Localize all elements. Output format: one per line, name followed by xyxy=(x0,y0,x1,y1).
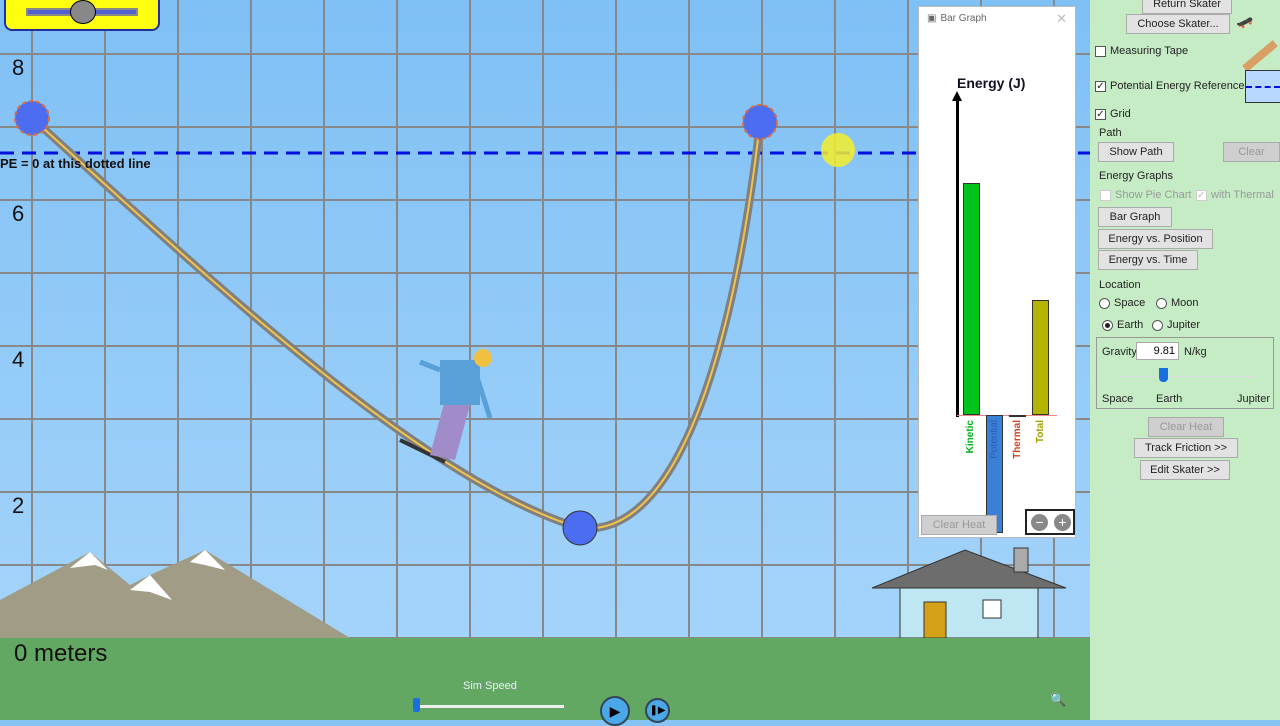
radio-label: Moon xyxy=(1171,297,1199,309)
zoom-in-button[interactable]: + xyxy=(1054,514,1071,531)
y-axis-label: 8 xyxy=(12,55,25,80)
pe-reference-checkbox[interactable]: ✓ Potential Energy Reference xyxy=(1095,80,1245,92)
radio-label: Space xyxy=(1114,297,1146,309)
bar-kinetic xyxy=(963,182,980,415)
close-icon[interactable]: ✕ xyxy=(1056,11,1067,27)
location-earth-radio[interactable]: Earth xyxy=(1102,319,1143,331)
slider-tick-jupiter: Jupiter xyxy=(1237,393,1271,405)
show-pie-chart-label: Show Pie Chart xyxy=(1115,189,1192,201)
play-area[interactable]: 8 6 4 2 PE = 0 at this dotted line 0 met… xyxy=(0,0,1090,726)
location-jupiter-radio[interactable]: Jupiter xyxy=(1152,319,1200,331)
zoom-out-button[interactable]: − xyxy=(1031,514,1048,531)
energy-vs-position-button[interactable]: Energy vs. Position xyxy=(1098,229,1213,249)
track-control-point xyxy=(742,104,778,140)
bar-baseline xyxy=(957,415,1057,416)
zoom-control[interactable]: − + xyxy=(1025,509,1075,535)
gravity-unit: N/kg xyxy=(1184,346,1207,358)
y-axis-label: 6 xyxy=(12,201,25,226)
gravity-input[interactable] xyxy=(1136,342,1179,360)
location-space-radio[interactable]: Space xyxy=(1099,297,1145,309)
gravity-slider-thumb[interactable] xyxy=(1159,368,1168,382)
energy-vs-time-button[interactable]: Energy vs. Time xyxy=(1098,250,1198,270)
pe-reference-label: PE = 0 at this dotted line xyxy=(0,156,151,171)
sim-speed-label: Sim Speed xyxy=(463,680,517,692)
choose-skater-button[interactable]: Choose Skater... xyxy=(1126,14,1230,34)
step-button[interactable]: ❚▶ xyxy=(645,698,670,723)
energy-axis-title: Energy (J) xyxy=(957,75,1026,91)
y-axis-label: 2 xyxy=(12,493,25,518)
control-panel: Return Skater Choose Skater... 🛹 Measuri… xyxy=(1090,0,1280,720)
ground-label: 0 meters xyxy=(14,640,108,667)
bar-graph-clear-heat-button[interactable]: Clear Heat xyxy=(921,515,997,535)
grid-checkbox[interactable]: ✓ Grid xyxy=(1095,108,1131,120)
show-path-button[interactable]: Show Path xyxy=(1098,142,1174,162)
edit-skater-button[interactable]: Edit Skater >> xyxy=(1140,460,1230,480)
track-control-point xyxy=(14,100,50,136)
mountains xyxy=(0,550,350,638)
pe-reference-icon xyxy=(1245,70,1280,103)
bar-label-thermal: Thermal xyxy=(1012,420,1023,459)
gravity-label: Gravity xyxy=(1102,346,1137,358)
bar-label-total: Total xyxy=(1035,420,1046,444)
energy-graphs-heading: Energy Graphs xyxy=(1099,170,1173,182)
bar-total xyxy=(1032,300,1049,415)
location-moon-radio[interactable]: Moon xyxy=(1156,297,1199,309)
bar-thermal xyxy=(1009,415,1026,417)
radio-label: Jupiter xyxy=(1167,319,1201,331)
y-axis-label: 4 xyxy=(12,347,25,372)
radio-label: Earth xyxy=(1117,319,1144,331)
track-control-point xyxy=(562,510,598,546)
with-thermal-checkbox[interactable]: ✓ with Thermal xyxy=(1196,189,1274,201)
sim-speed-slider[interactable] xyxy=(413,698,564,712)
clear-heat-button[interactable]: Clear Heat xyxy=(1148,417,1224,437)
gravity-slider[interactable] xyxy=(1119,376,1257,377)
cursor-highlight xyxy=(821,133,855,167)
path-heading: Path xyxy=(1099,127,1122,139)
gravity-box: Gravity N/kg Space Earth Jupiter xyxy=(1096,337,1274,409)
bar-graph-window: ▣ Bar Graph ✕ Energy (J) Kinetic Potentia… xyxy=(918,6,1076,538)
zoom-out-icon[interactable]: 🔍 xyxy=(1050,692,1066,708)
measuring-tape-label: Measuring Tape xyxy=(1110,45,1189,57)
clear-path-button[interactable]: Clear xyxy=(1223,142,1280,162)
slider-tick-earth: Earth xyxy=(1156,393,1183,405)
sim-speed-thumb[interactable] xyxy=(413,698,420,712)
skater xyxy=(399,349,493,464)
track-toolbox-item[interactable] xyxy=(4,0,160,31)
slider-tick-space: Space xyxy=(1102,393,1134,405)
bar-graph-button[interactable]: Bar Graph xyxy=(1098,207,1172,227)
bar-graph-title: Bar Graph xyxy=(940,13,987,24)
with-thermal-label: with Thermal xyxy=(1211,189,1274,201)
location-heading: Location xyxy=(1099,279,1141,291)
ruler-icon xyxy=(1242,40,1278,72)
bar-label-kinetic: Kinetic xyxy=(965,420,976,454)
bar-label-potential: Potential xyxy=(989,420,1000,459)
pe-reference-label: Potential Energy Reference xyxy=(1110,80,1245,92)
return-skater-button[interactable]: Return Skater xyxy=(1142,0,1232,14)
energy-axis-arrow xyxy=(956,99,959,417)
play-button[interactable]: ▶ xyxy=(600,696,630,726)
track-friction-button[interactable]: Track Friction >> xyxy=(1134,438,1238,458)
app-icon: ▣ xyxy=(927,13,937,24)
measuring-tape-checkbox[interactable]: Measuring Tape xyxy=(1095,45,1188,57)
house xyxy=(871,547,1067,639)
grid-label: Grid xyxy=(1110,108,1131,120)
show-pie-chart-checkbox[interactable]: Show Pie Chart xyxy=(1100,189,1191,201)
skater-icon: 🛹 xyxy=(1236,14,1254,30)
